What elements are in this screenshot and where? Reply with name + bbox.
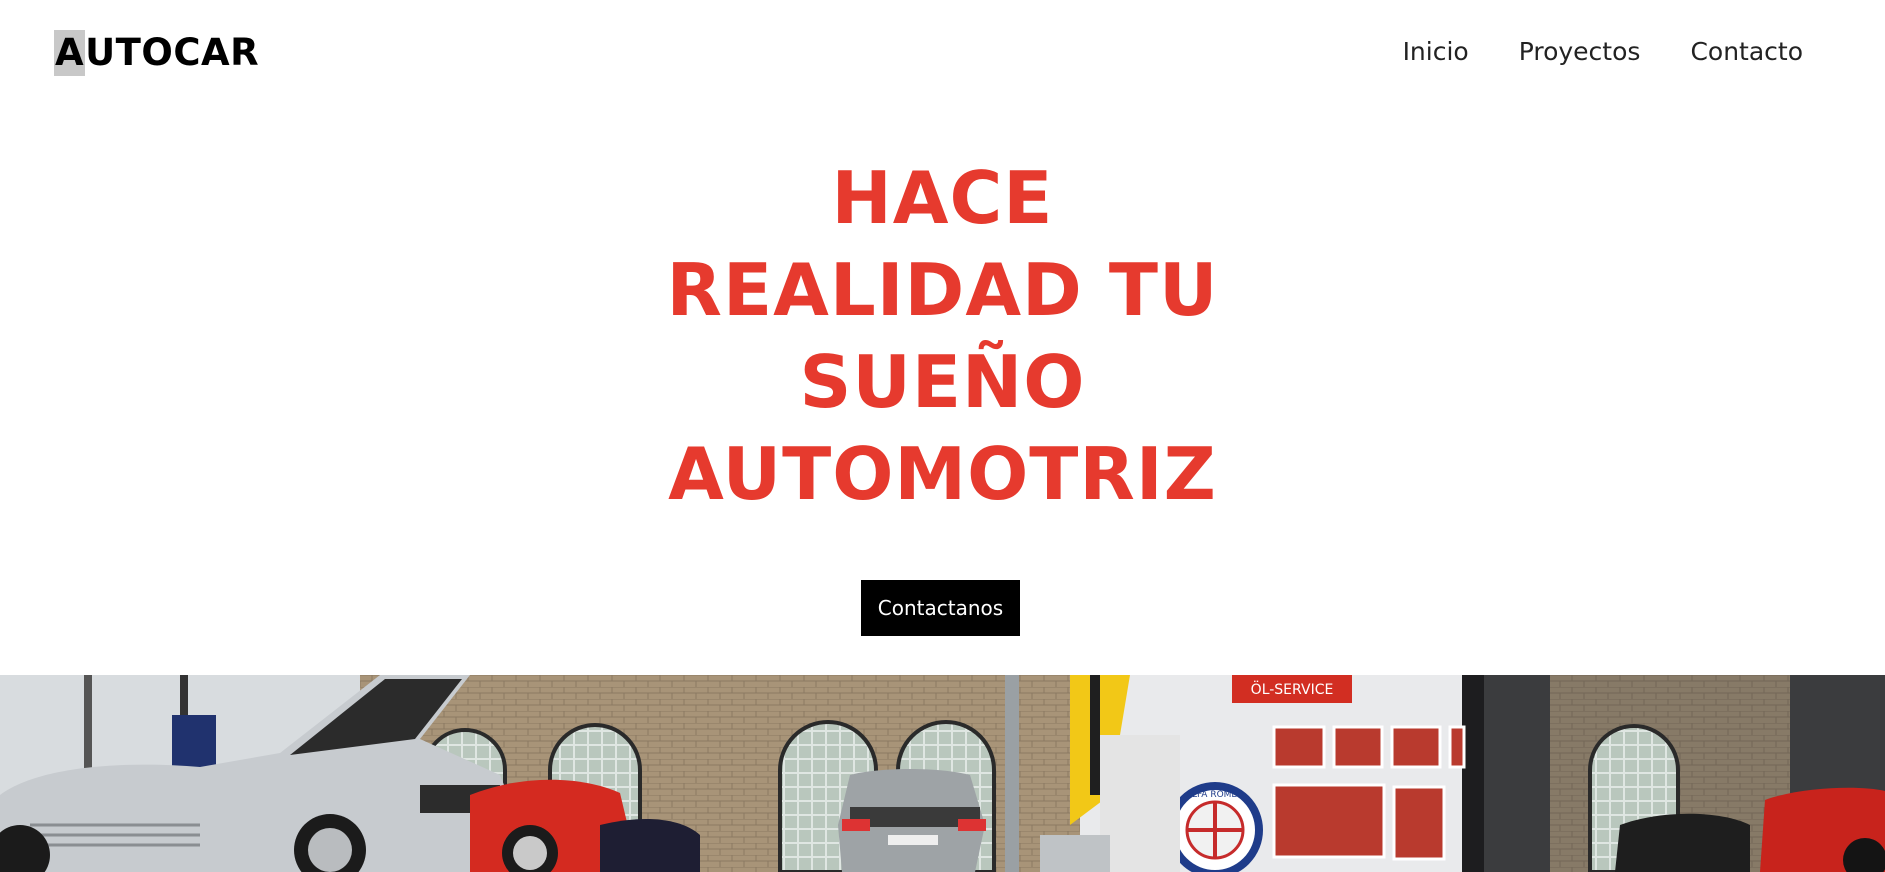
site-header: AUTOCAR Inicio Proyectos Contacto — [0, 0, 1885, 105]
logo-rest: UTOCAR — [85, 31, 260, 74]
logo-first-letter: A — [54, 30, 86, 76]
hero-title-line-4: AUTOMOTRIZ — [668, 432, 1217, 516]
contact-button[interactable]: Contactanos — [861, 580, 1020, 636]
hero-title-line-2: REALIDAD TU — [666, 248, 1219, 332]
hero-title: HACE REALIDAD TU SUEÑO AUTOMOTRIZ — [0, 152, 1885, 520]
logo[interactable]: AUTOCAR — [54, 30, 259, 76]
hero-title-line-3: SUEÑO — [799, 340, 1086, 424]
alfa-romeo-badge-text: ALFA ROMEO — [1186, 790, 1244, 800]
nav-inicio[interactable]: Inicio — [1403, 34, 1469, 70]
nav-proyectos[interactable]: Proyectos — [1519, 34, 1641, 70]
page: AUTOCAR Inicio Proyectos Contacto HACE R… — [0, 0, 1885, 872]
nav-contacto[interactable]: Contacto — [1690, 34, 1803, 70]
garage-image: ÖL-SERVICE ALFA ROMEO — [0, 675, 1885, 872]
main-nav: Inicio Proyectos Contacto — [1403, 34, 1803, 70]
oel-service-sign: ÖL-SERVICE — [1251, 680, 1334, 698]
hero-title-line-1: HACE — [831, 156, 1054, 240]
